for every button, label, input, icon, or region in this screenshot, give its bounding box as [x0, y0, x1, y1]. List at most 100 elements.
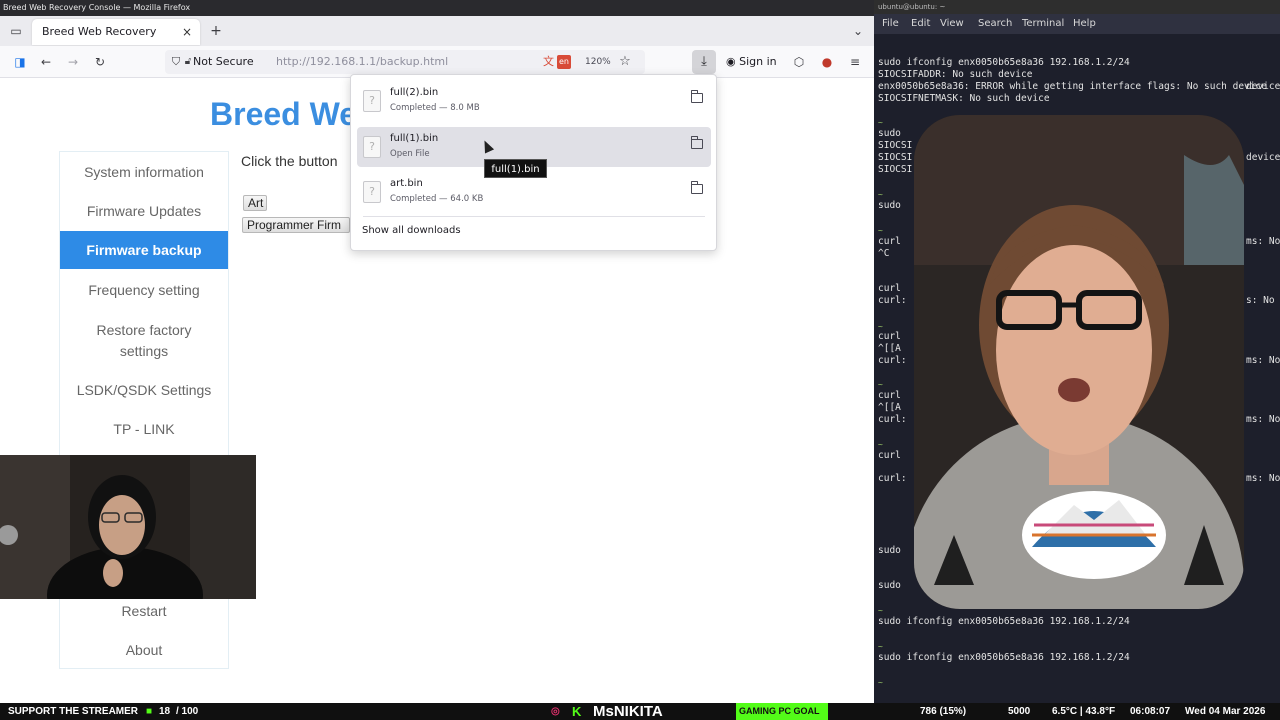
pc-goal-label: GAMING PC GOAL — [736, 703, 828, 720]
file-icon: ? — [363, 90, 381, 112]
sidebar-item-system-information[interactable]: System information — [60, 162, 228, 184]
terminal-line: sudo — [878, 545, 901, 556]
download-status: Open File — [390, 149, 430, 159]
close-icon[interactable]: × — [182, 19, 192, 45]
download-filename: full(2).bin — [390, 87, 439, 98]
prompt-icon: ~ — [878, 226, 883, 235]
stream-overlay-bar: SUPPORT THE STREAMER ■ 18 / 100 ◎ K MsNI… — [0, 703, 1280, 720]
hamburger-menu-icon[interactable]: ≡ — [846, 52, 864, 72]
download-item[interactable]: ? full(2).bin Completed — 8.0 MB — [357, 81, 711, 121]
menu-help[interactable]: Help — [1073, 14, 1096, 34]
terminal-fragment: ms: No — [1246, 473, 1280, 484]
extensions-icon[interactable]: ⬡ — [790, 52, 808, 72]
tab-list-icon[interactable]: ▭ — [6, 21, 26, 41]
not-secure-label: Not Secure — [193, 55, 254, 68]
terminal-line: ^[[A — [878, 402, 901, 413]
sidebar-item-about[interactable]: About — [60, 640, 228, 662]
menu-view[interactable]: View — [940, 14, 964, 34]
reload-icon[interactable]: ↻ — [90, 52, 110, 72]
file-icon: ? — [363, 181, 381, 203]
pc-goal-target: 5000 — [1008, 706, 1031, 717]
sidebar-item-restore-factory[interactable]: Restore factory settings — [60, 320, 228, 362]
translate-language-badge[interactable]: en — [557, 55, 571, 69]
instagram-icon: ◎ — [551, 706, 560, 717]
sign-in-button[interactable]: ◉ Sign in — [726, 50, 777, 74]
show-all-downloads-link[interactable]: Show all downloads — [362, 225, 461, 236]
terminal-line: curl: — [878, 473, 907, 484]
sidebar-item-firmware-updates[interactable]: Firmware Updates — [60, 201, 228, 223]
terminal-line: curl — [878, 331, 901, 342]
terminal-fragment: device — [1246, 81, 1280, 92]
menu-edit[interactable]: Edit — [911, 14, 930, 34]
tooltip: full(1).bin — [484, 159, 547, 178]
folder-icon[interactable] — [691, 181, 703, 194]
sign-in-label: Sign in — [739, 55, 777, 68]
download-status: Completed — 8.0 MB — [390, 103, 480, 113]
new-tab-button[interactable]: + — [206, 21, 226, 41]
back-arrow-icon[interactable]: ← — [36, 52, 56, 72]
terminal-line: curl — [878, 283, 901, 294]
sidebar-item-firmware-backup[interactable]: Firmware backup — [60, 231, 228, 269]
folder-icon[interactable] — [691, 90, 703, 103]
terminal-line: SIOCSI — [878, 152, 913, 163]
webcam-small-image — [0, 455, 256, 599]
account-icon: ◉ — [726, 55, 740, 68]
prompt-icon: ~ — [878, 440, 883, 449]
download-status: Completed — 64.0 KB — [390, 194, 484, 204]
webcam-large-image — [914, 115, 1244, 609]
terminal-line: ^C — [878, 248, 890, 259]
url-text[interactable]: http://192.168.1.1/backup.html — [276, 50, 448, 74]
menu-file[interactable]: File — [882, 14, 899, 34]
terminal-title: ubuntu@ubuntu: ~ — [874, 0, 1280, 14]
firefox-window: Breed Web Recovery Console — Mozilla Fir… — [0, 0, 874, 703]
terminal-line: SIOCSI — [878, 164, 913, 175]
sidebar-item-lsdk-qsdk[interactable]: LSDK/QSDK Settings — [60, 380, 228, 402]
sidebar-item-tp-link[interactable]: TP - LINK — [60, 419, 228, 441]
prompt-icon: ~ — [878, 118, 883, 127]
supporter-goal: / 100 — [176, 706, 199, 717]
terminal-line: curl — [878, 390, 901, 401]
terminal-line: sudo ifconfig enx0050b65e8a36 192.168.1.… — [878, 57, 1130, 68]
menu-terminal[interactable]: Terminal — [1022, 14, 1064, 34]
terminal-line: curl: — [878, 414, 907, 425]
support-streamer-label: SUPPORT THE STREAMER — [8, 706, 139, 717]
sidebar-item-frequency-setting[interactable]: Frequency setting — [60, 280, 228, 302]
translate-icon[interactable]: 文 — [543, 50, 554, 74]
terminal-line: SIOCSIFNETMASK: No such device — [878, 93, 1050, 104]
bookmark-star-icon[interactable]: ☆ — [617, 52, 633, 72]
prompt-icon: ~ — [878, 678, 883, 687]
terminal-line: sudo — [878, 580, 901, 591]
download-arrow-icon: ⤓ — [701, 54, 707, 69]
downloads-button[interactable]: ⤓ — [692, 50, 716, 74]
chevron-down-icon[interactable]: ⌄ — [848, 21, 868, 41]
zoom-level[interactable]: 120% — [585, 50, 611, 74]
folder-icon[interactable] — [691, 136, 703, 149]
sidebar-toggle-icon[interactable]: ◨ — [10, 52, 30, 72]
file-icon: ? — [363, 136, 381, 158]
terminal-line: sudo ifconfig enx0050b65e8a36 192.168.1.… — [878, 616, 1130, 627]
addon-icon[interactable]: ● — [818, 52, 836, 72]
terminal-line: curl: — [878, 295, 907, 306]
tab-breed-console[interactable]: Breed Web Recovery Console × — [32, 19, 200, 64]
supporter-count: 18 — [159, 706, 171, 717]
forward-arrow-icon[interactable]: → — [63, 52, 83, 72]
terminal-line: curl — [878, 450, 901, 461]
weather-readout: 6.5°C | 43.8°F — [1052, 706, 1116, 717]
terminal-line: SIOCSI — [878, 140, 913, 151]
prompt-icon: ~ — [878, 322, 883, 331]
terminal-line: curl — [878, 236, 901, 247]
terminal-line: SIOCSIFADDR: No such device — [878, 69, 1033, 80]
programmer-firmware-button[interactable]: Programmer Firm — [242, 217, 350, 233]
download-filename: full(1).bin — [390, 133, 439, 144]
prompt-icon: ~ — [878, 380, 883, 389]
art-backup-button[interactable]: Art — [243, 195, 267, 211]
terminal-line: ^[[A — [878, 343, 901, 354]
page-title: Breed We — [210, 96, 358, 132]
tab-strip: ▭ Breed Web Recovery Console × + ⌄ — [0, 16, 874, 64]
menu-search[interactable]: Search — [978, 14, 1012, 34]
sidebar-item-restart[interactable]: Restart — [60, 601, 228, 623]
terminal-line: sudo — [878, 128, 901, 139]
url-bar[interactable]: ⛉ 🔓︎ Not Secure http://192.168.1.1/backu… — [165, 50, 645, 74]
clock-time: 06:08:07 — [1130, 706, 1171, 717]
instruction-text: Click the button — [241, 153, 338, 169]
